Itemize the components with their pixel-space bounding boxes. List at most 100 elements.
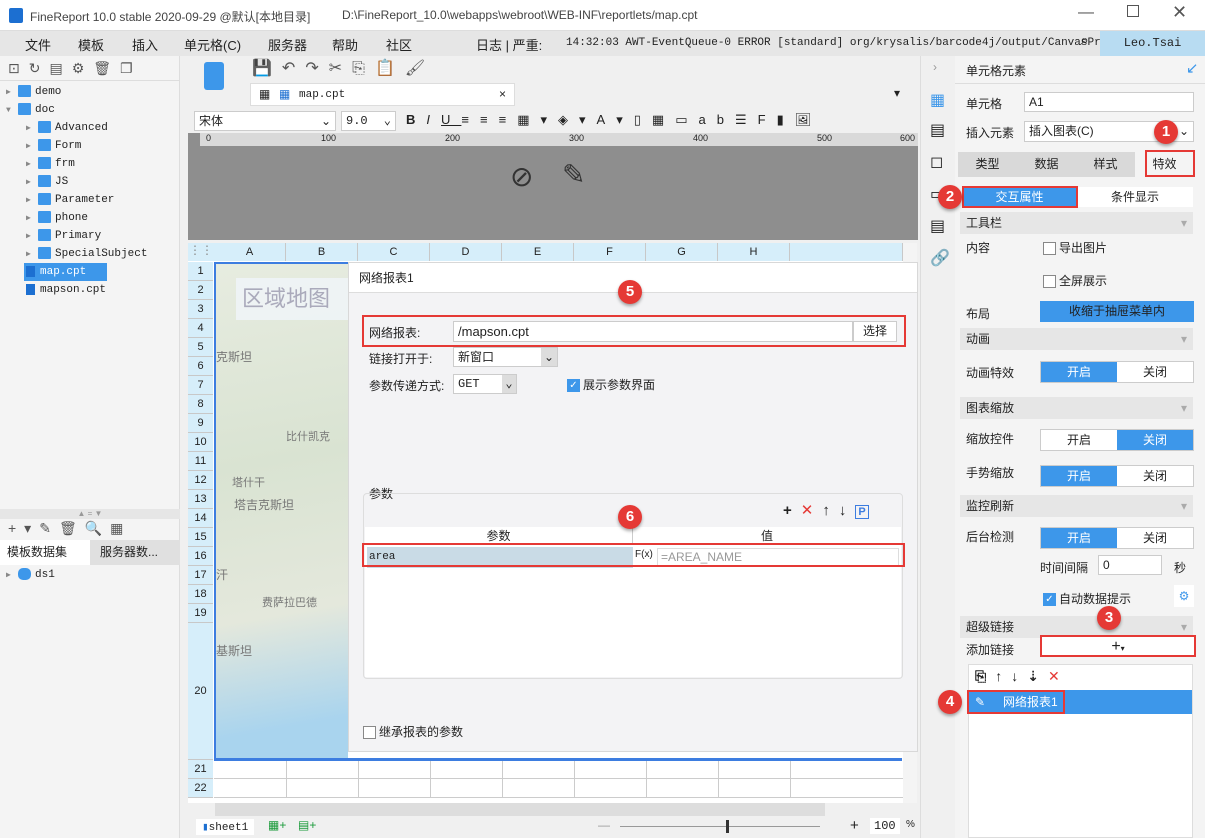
param-method-select[interactable]: GET ⌄: [453, 374, 517, 394]
row-header-3[interactable]: 3: [188, 300, 213, 319]
tab-style[interactable]: 样式: [1076, 152, 1135, 177]
list-icon[interactable]: ☰: [735, 112, 758, 127]
tree-item-primary[interactable]: ▶ Primary: [26, 227, 101, 245]
column-header-g[interactable]: G: [646, 243, 718, 261]
form-icon[interactable]: ▤: [930, 216, 945, 236]
user-name[interactable]: Leo.Tsai: [1100, 31, 1205, 56]
font-color-icon[interactable]: A▾: [597, 112, 634, 127]
settings-icon[interactable]: ⚙: [72, 60, 94, 76]
cut-icon[interactable]: ✂: [329, 60, 352, 77]
tree-item-frm[interactable]: ▶ frm: [26, 155, 75, 173]
row-header-11[interactable]: 11: [188, 452, 213, 471]
italic-icon[interactable]: I: [426, 112, 441, 127]
log-message[interactable]: 14:32:03 AWT-EventQueue-0 ERROR [standar…: [566, 37, 1140, 49]
move-down-icon[interactable]: ↓: [1011, 668, 1027, 684]
move-down-icon[interactable]: ↓: [839, 502, 856, 519]
refresh-icon[interactable]: ↻: [29, 60, 50, 76]
fill-color-icon[interactable]: ◈▾: [558, 112, 597, 127]
menu-community[interactable]: 社区: [386, 35, 412, 54]
maximize-button[interactable]: [1127, 5, 1139, 17]
font-size-select[interactable]: 9.0 ⌄: [341, 111, 396, 131]
sheet-tab[interactable]: ▮sheet1: [196, 819, 255, 835]
subtab-condition-display[interactable]: 条件显示: [1077, 187, 1193, 207]
settings-gear-icon[interactable]: ⚙: [1174, 585, 1194, 607]
zoom-value[interactable]: 100: [870, 818, 900, 834]
cell-input[interactable]: A1: [1024, 92, 1194, 112]
cell-element-icon[interactable]: ▦: [930, 90, 945, 110]
paste-icon[interactable]: 📋: [375, 60, 405, 77]
text-icon[interactable]: ab: [698, 112, 734, 127]
tab-template-dataset[interactable]: 模板数据集: [0, 540, 90, 565]
pencil-icon[interactable]: ✎: [562, 158, 585, 191]
row-header-5[interactable]: 5: [188, 338, 213, 357]
inherit-params-checkbox[interactable]: 继承报表的参数: [363, 723, 463, 740]
row-header-15[interactable]: 15: [188, 528, 213, 547]
server-icon[interactable]: ▦: [110, 520, 131, 536]
link-icon[interactable]: 🔗: [930, 248, 950, 268]
save-icon[interactable]: 💾: [252, 60, 282, 77]
splitter[interactable]: ▲ = ▼: [0, 509, 180, 519]
undo-icon[interactable]: ↶: [282, 60, 305, 77]
zoom-slider[interactable]: [620, 826, 820, 827]
export-image-checkbox[interactable]: 导出图片: [1043, 239, 1107, 256]
merge-icon[interactable]: ▯: [634, 112, 652, 127]
pin-icon[interactable]: ↙: [1186, 59, 1199, 77]
column-header-a[interactable]: A: [214, 243, 286, 261]
interval-input[interactable]: 0: [1098, 555, 1162, 575]
minimize-button[interactable]: —: [1078, 4, 1094, 22]
row-header-18[interactable]: 18: [188, 585, 213, 604]
zoom-plus[interactable]: +: [850, 817, 859, 834]
menu-file[interactable]: 文件: [25, 35, 51, 54]
gesture-zoom-toggle[interactable]: 开启 关闭: [1040, 465, 1194, 487]
row-header-17[interactable]: 17: [188, 566, 213, 585]
row-header-14[interactable]: 14: [188, 509, 213, 528]
delete-icon[interactable]: 🗑: [93, 60, 120, 76]
copy-icon[interactable]: ❐: [120, 60, 142, 76]
redo-icon[interactable]: ↷: [305, 60, 328, 77]
tree-item-specialsubject[interactable]: ▶ SpecialSubject: [26, 245, 147, 263]
row-header-8[interactable]: 8: [188, 395, 213, 414]
cell-attr-icon[interactable]: ▤: [930, 120, 945, 140]
row-header-2[interactable]: 2: [188, 281, 213, 300]
menu-template[interactable]: 模板: [78, 35, 104, 54]
tab-data[interactable]: 数据: [1017, 152, 1076, 177]
tab-menu-icon[interactable]: ▾: [894, 86, 900, 100]
background-check-toggle[interactable]: 开启 关闭: [1040, 527, 1194, 549]
row-header-16[interactable]: 16: [188, 547, 213, 566]
layout-select[interactable]: 收缩于抽屉菜单内: [1040, 301, 1194, 322]
add-icon[interactable]: +▾: [8, 520, 39, 536]
search-icon[interactable]: ⌕: [1080, 32, 1089, 50]
image-icon[interactable]: 🖼: [795, 112, 823, 127]
row-header-13[interactable]: 13: [188, 490, 213, 509]
zoom-control-toggle[interactable]: 开启 关闭: [1040, 429, 1194, 451]
row-header-20[interactable]: 20: [188, 623, 213, 760]
align-right-icon[interactable]: ≡: [499, 112, 518, 127]
row-header-12[interactable]: 12: [188, 471, 213, 490]
align-left-icon[interactable]: ≡: [461, 112, 480, 127]
row-header-19[interactable]: 19: [188, 604, 213, 623]
row-header-10[interactable]: 10: [188, 433, 213, 452]
column-header-d[interactable]: D: [430, 243, 502, 261]
collapse-icon[interactable]: ›: [933, 60, 937, 74]
copy-link-icon[interactable]: ⎘: [975, 668, 995, 684]
move-up-icon[interactable]: ↑: [822, 502, 839, 519]
column-header-h[interactable]: H: [718, 243, 790, 261]
section-animation[interactable]: 动画: [960, 328, 1193, 350]
menu-help[interactable]: 帮助: [332, 35, 358, 54]
row-header-1[interactable]: 1: [188, 262, 213, 281]
tree-item-js[interactable]: ▶ JS: [26, 173, 68, 191]
align-center-icon[interactable]: ≡: [480, 112, 499, 127]
show-param-checkbox[interactable]: ✓ 展示参数界面: [567, 376, 655, 393]
select-all-corner[interactable]: ⋮⋮: [188, 243, 214, 261]
hide-eye-icon[interactable]: ⊘: [510, 160, 533, 193]
tree-item-phone[interactable]: ▶ phone: [26, 209, 88, 227]
row-header-22[interactable]: 22: [188, 779, 213, 798]
tab-map-cpt[interactable]: ▦ ▦ map.cpt ×: [250, 83, 515, 106]
template-type-icon[interactable]: [204, 62, 224, 90]
tab-type[interactable]: 类型: [958, 152, 1017, 177]
tab-server-dataset[interactable]: 服务器数...: [90, 540, 180, 565]
section-monitor-refresh[interactable]: 监控刷新: [960, 495, 1193, 517]
open-in-select[interactable]: 新窗口 ⌄: [453, 347, 558, 367]
tree-file-mapson[interactable]: mapson.cpt: [24, 281, 106, 299]
column-header-f[interactable]: F: [574, 243, 646, 261]
